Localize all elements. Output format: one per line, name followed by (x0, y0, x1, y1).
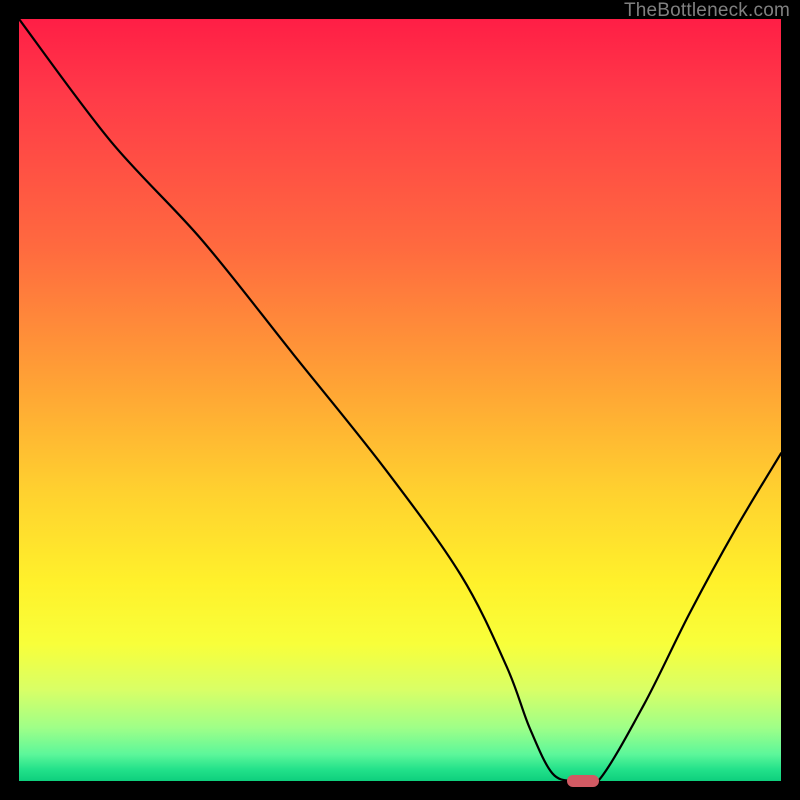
chart-frame: TheBottleneck.com (0, 0, 800, 800)
bottleneck-curve (19, 19, 781, 781)
chart-plot-area (19, 19, 781, 781)
optimal-marker (567, 775, 599, 787)
watermark-text: TheBottleneck.com (624, 0, 790, 22)
